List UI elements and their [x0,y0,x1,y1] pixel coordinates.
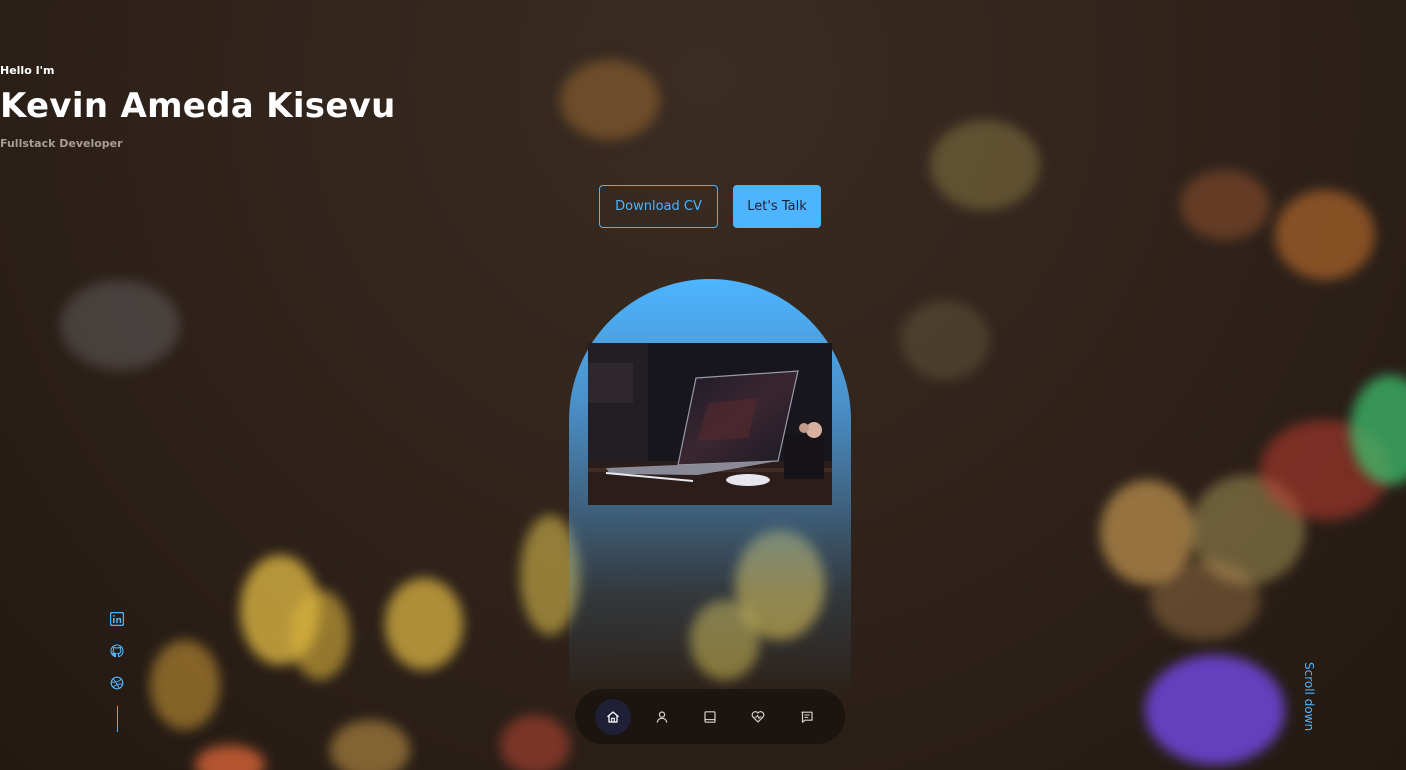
bottom-nav [575,689,845,744]
home-icon [607,710,620,723]
profile-image [588,343,832,505]
scroll-down-link[interactable]: Scroll down [1296,662,1316,732]
nav-contact[interactable] [789,699,825,735]
nav-about[interactable] [644,699,680,735]
social-divider-line [117,706,118,732]
download-cv-button[interactable]: Download CV [599,185,718,228]
greeting-text: Hello I'm [0,64,55,77]
role-subtitle: Fullstack Developer [0,137,123,150]
laptop-illustration [588,343,832,505]
linkedin-icon[interactable] [109,611,125,627]
nav-services[interactable] [740,699,776,735]
social-links [109,611,127,707]
page-title: Kevin Ameda Kisevu [0,86,396,126]
message-icon [801,711,813,723]
dribbble-icon[interactable] [109,675,125,691]
nav-home[interactable] [595,698,632,735]
nav-experience[interactable] [692,699,728,735]
services-icon [751,710,765,723]
user-icon [656,710,667,723]
book-icon [704,710,716,723]
github-icon[interactable] [109,643,125,659]
lets-talk-button[interactable]: Let's Talk [733,185,821,228]
